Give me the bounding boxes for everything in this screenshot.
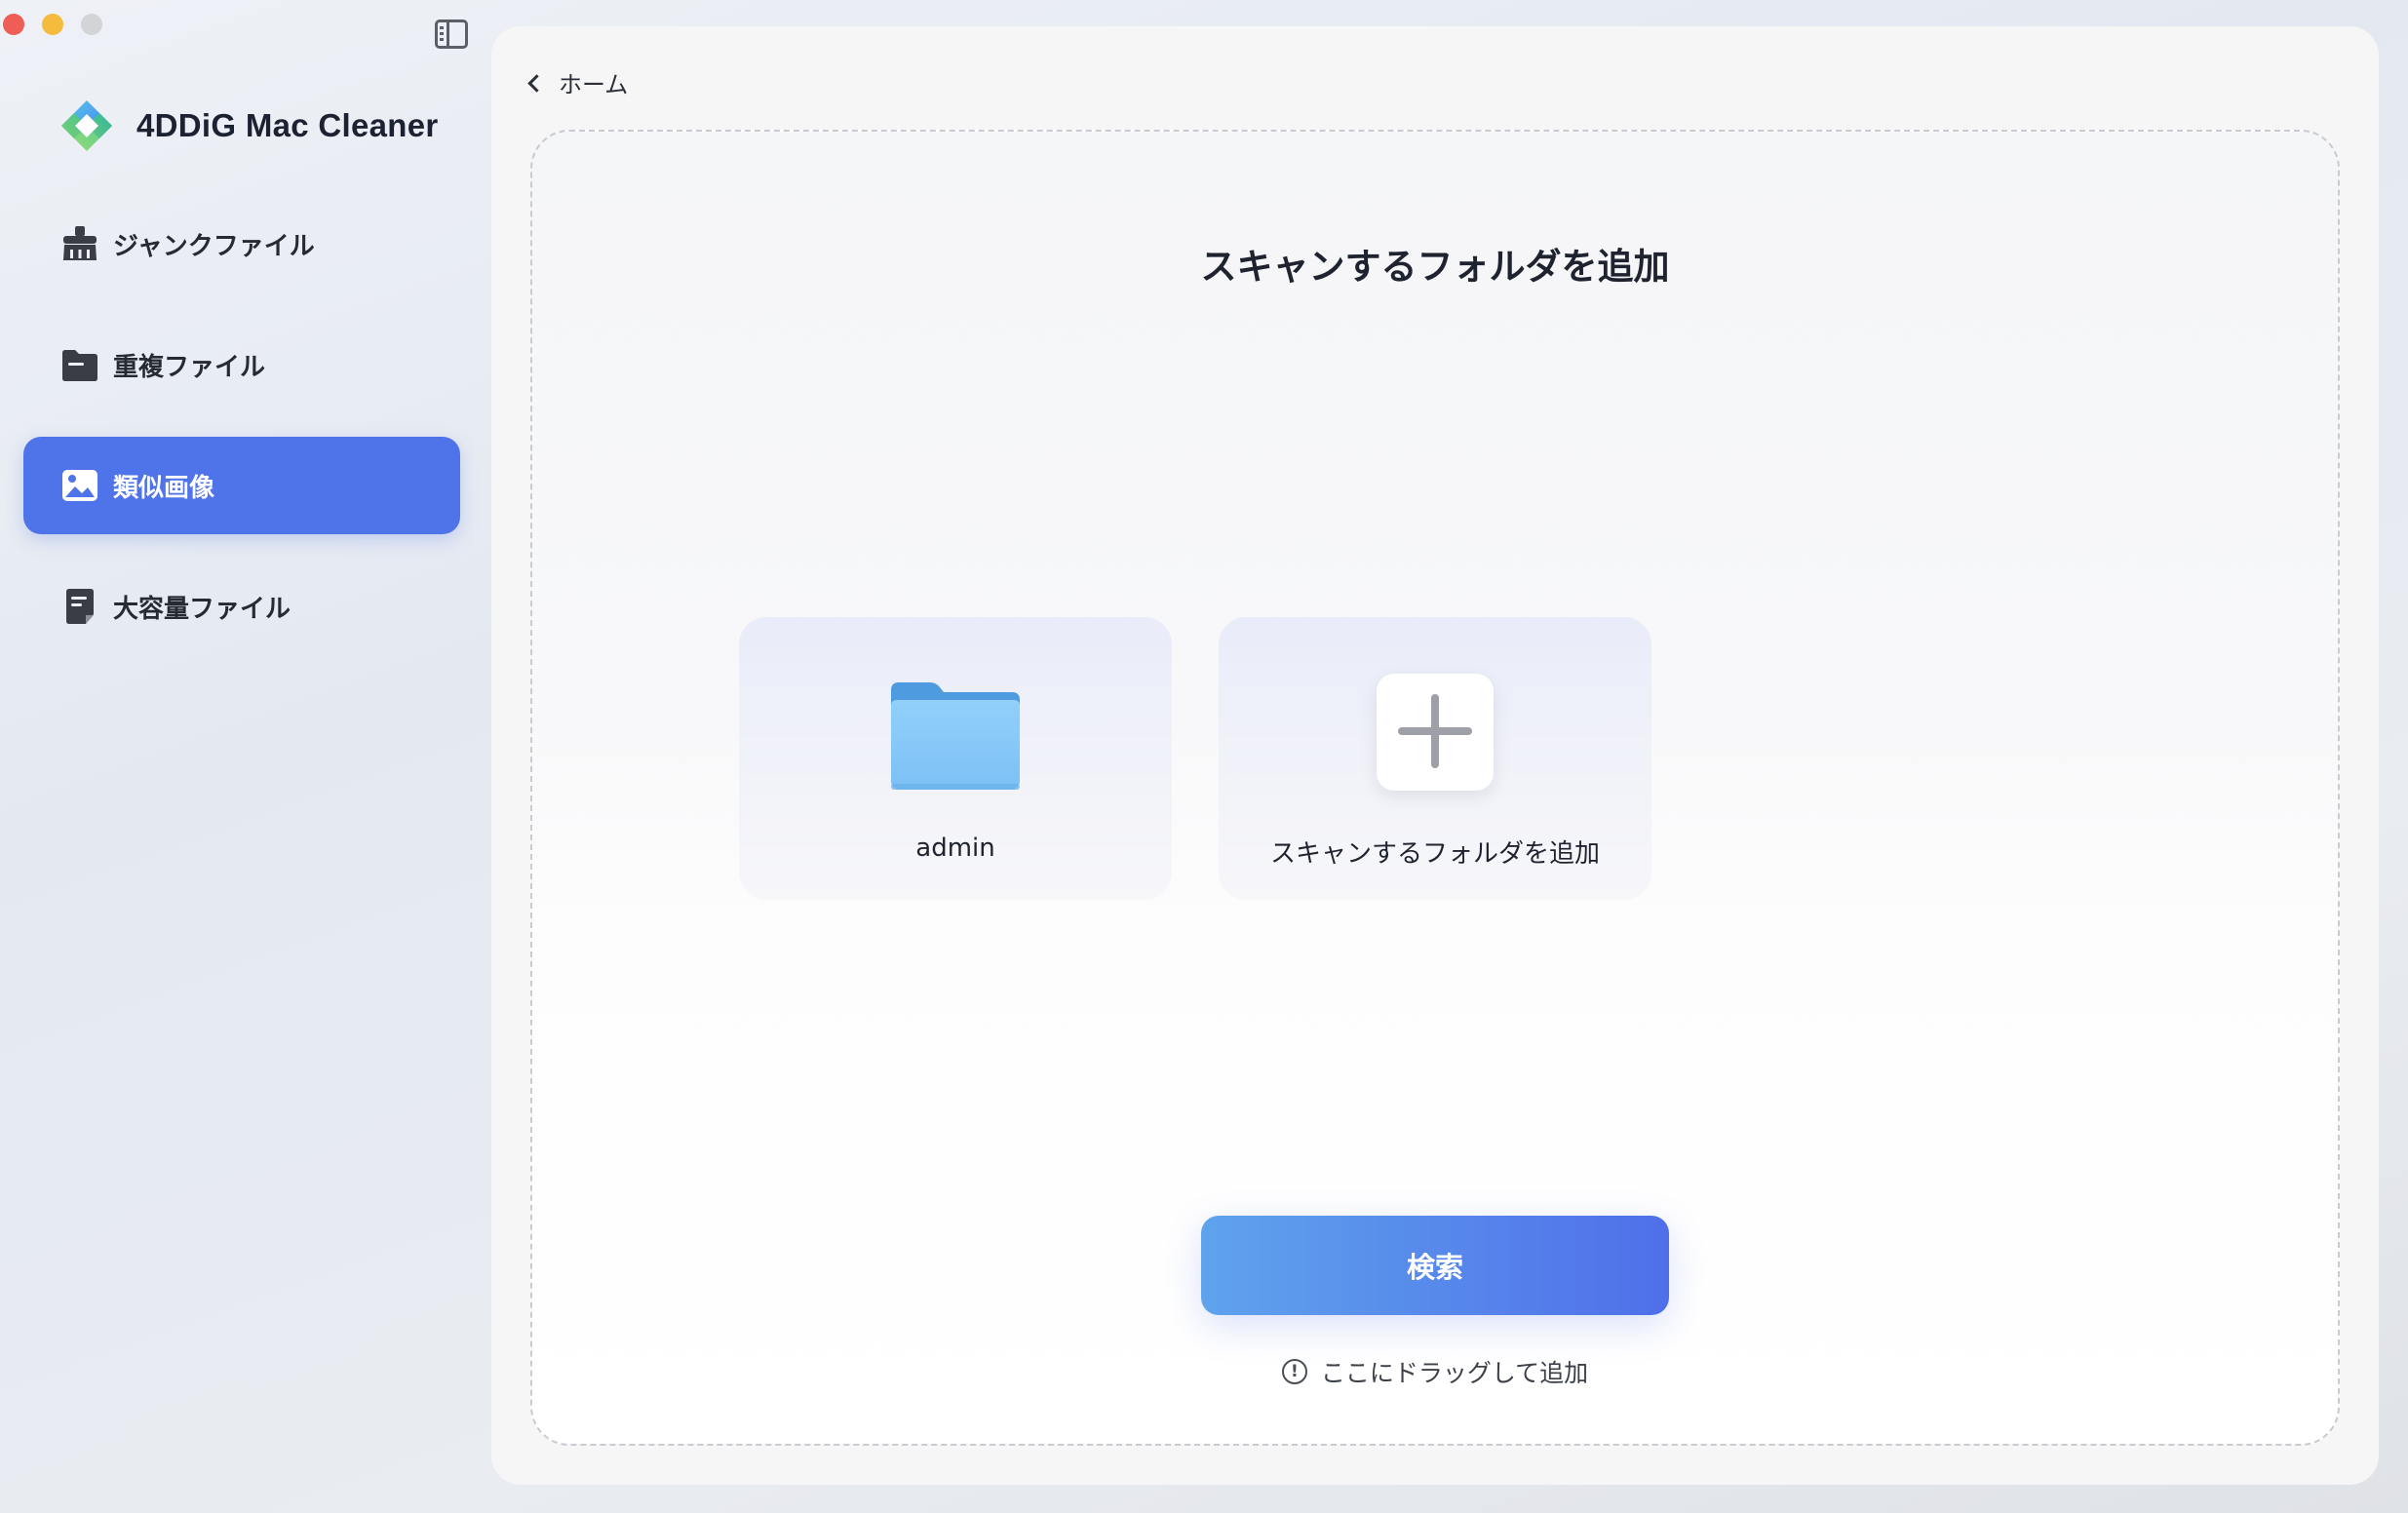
plus-icon	[1377, 674, 1494, 791]
minimize-window-button[interactable]	[42, 14, 63, 35]
sidebar-item-label: 類似画像	[113, 473, 215, 503]
window-controls	[0, 14, 102, 35]
folder-card-admin[interactable]: admin	[739, 617, 1172, 900]
sidebar-item-large-files[interactable]: 大容量ファイル	[23, 558, 460, 655]
sidebar-item-junk-files[interactable]: ジャンクファイル	[23, 195, 460, 292]
sidebar-item-similar-images[interactable]: 類似画像	[23, 437, 460, 534]
folder-icon	[60, 345, 99, 384]
app-name: 4DDiG Mac Cleaner	[136, 107, 439, 143]
folder-icon	[891, 682, 1020, 790]
add-folder-label: スキャンするフォルダを追加	[1269, 839, 1600, 869]
drag-hint-text: ここにドラッグして追加	[1320, 1359, 1589, 1387]
app-brand: 4DDiG Mac Cleaner	[58, 97, 439, 154]
sidebar-toggle-icon[interactable]	[435, 19, 468, 49]
document-icon	[60, 587, 99, 626]
add-folder-card[interactable]: スキャンするフォルダを追加	[1219, 617, 1651, 900]
image-icon	[60, 466, 99, 505]
info-icon: !	[1281, 1359, 1307, 1384]
drag-hint: ! ここにドラッグして追加	[532, 1354, 2338, 1389]
sidebar-nav: ジャンクファイル 重複ファイル 類似画像 大容量ファイル	[23, 195, 460, 679]
sidebar-item-label: 大容量ファイル	[113, 594, 291, 624]
page-title: スキャンするフォルダを追加	[1200, 246, 1670, 288]
folder-drop-zone[interactable]: スキャンするフォルダを追加 admin スキャンするフォルダを追加 検索 ! こ…	[530, 130, 2340, 1446]
4ddig-logo-icon	[61, 100, 112, 151]
back-home-link[interactable]: ホーム	[527, 65, 629, 99]
main-panel: ホーム スキャンするフォルダを追加 admin スキャンするフォルダを追加 検索…	[491, 26, 2379, 1485]
zoom-window-button[interactable]	[81, 14, 102, 35]
close-window-button[interactable]	[3, 14, 24, 35]
sidebar-item-label: ジャンクファイル	[113, 231, 315, 261]
folder-card-label: admin	[915, 834, 995, 863]
chevron-left-icon	[527, 73, 546, 93]
sidebar-item-label: 重複ファイル	[113, 352, 266, 382]
back-label: ホーム	[559, 71, 629, 98]
broom-icon	[60, 224, 99, 263]
search-button[interactable]: 検索	[1201, 1216, 1669, 1315]
sidebar-item-duplicate-files[interactable]: 重複ファイル	[23, 316, 460, 413]
